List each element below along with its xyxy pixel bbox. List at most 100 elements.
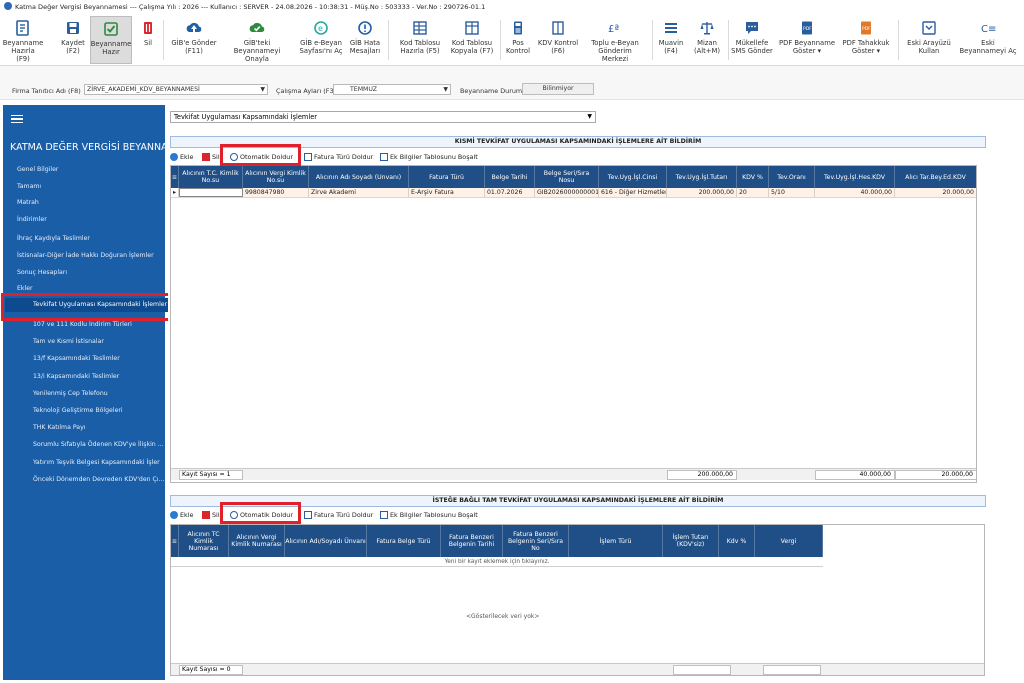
kismi-tevkifat-section: KISMİ TEVKİFAT UYGULAMASI KAPSAMINDAKİ İ… [168, 133, 988, 483]
ribbon-separator [388, 20, 389, 60]
sidebar-item-teknoloji[interactable]: Teknoloji Geliştirme Bölgeleri [33, 407, 123, 414]
pdf-accrual-button[interactable]: PDF PDF Tahakkuk Göster ▾ [838, 16, 894, 64]
sidebar-item-13i[interactable]: 13/i Kapsamındaki Teslimler [33, 373, 119, 380]
sidebar-item-istisnalar[interactable]: İstisnalar-Diğer İade Hakkı Doğuran İşle… [17, 252, 154, 259]
copy-code-table-button[interactable]: Kod Tablosu Kopyala (F7) [447, 16, 497, 64]
firma-label: Firma Tanıtıcı Adı (F8) [12, 87, 81, 95]
balance-scale-icon [698, 19, 716, 37]
filter-bar: Firma Tanıtıcı Adı (F8) ZİRVE_AKADEMİ_KD… [0, 66, 1024, 100]
grid-footer: Kayıt Sayısı = 1 200.000,00 40.000,00 20… [171, 468, 976, 480]
svg-text:£ª: £ª [608, 24, 619, 35]
invoice-icon [304, 511, 312, 519]
table-clear-icon [380, 153, 388, 161]
book-check-icon [549, 19, 567, 37]
delete-row-button[interactable]: Sil [202, 511, 220, 519]
table-copy-icon [463, 19, 481, 37]
section-select[interactable]: Tevkifat Uygulaması Kapsamındaki İşlemle… [170, 111, 596, 123]
save-button[interactable]: Kaydet (F2) [58, 16, 88, 64]
clear-extra-table-button[interactable]: Ek Bilgiler Tablosunu Boşalt [380, 511, 478, 519]
sidebar-item-sorumlu[interactable]: Sorumlu Sıfatıyla Ödenen KDV'ye İlişkin … [33, 441, 164, 448]
sum-box-2 [763, 665, 821, 675]
new-row-prompt[interactable]: Yeni bir kayıt eklemek için tıklayınız. [171, 557, 823, 567]
delete-row-button[interactable]: Sil [202, 153, 220, 161]
bulk-send-icon: £ª [606, 19, 624, 37]
plus-circle-icon [170, 153, 178, 161]
sidebar-item-107-111[interactable]: 107 ve 111 Kodlu İndirim Türleri [33, 321, 132, 328]
sidebar-item-tam-kismi[interactable]: Tam ve Kısmi İstisnalar [33, 338, 104, 345]
gib-error-messages-button[interactable]: GİB Hata Mesajları [348, 16, 382, 64]
document-prepare-icon [14, 19, 32, 37]
sum-tutar: 200.000,00 [667, 470, 737, 480]
fill-invoice-type-button[interactable]: Fatura Türü Doldur [304, 153, 373, 161]
sidebar: KATMA DEĞER VERGİSİ BEYANNAM... Genel Bi… [3, 105, 185, 680]
prepare-declaration-button[interactable]: Beyanname Hazırla (F9) [3, 16, 43, 64]
add-button[interactable]: Ekle [170, 153, 193, 161]
pdf-declaration-button[interactable]: PDF PDF Beyanname Göster ▾ [778, 16, 836, 64]
plus-circle-icon [170, 511, 178, 519]
old-declaration-icon: C≡ [979, 19, 997, 37]
use-old-interface-button[interactable]: Eski Arayüzü Kullan [904, 16, 954, 64]
fill-invoice-type-button[interactable]: Fatura Türü Doldur [304, 511, 373, 519]
sidebar-item-indirimler[interactable]: İndirimler [17, 216, 47, 223]
title-bar: Katma Değer Vergisi Beyannamesi --- Çalı… [0, 0, 1024, 14]
hamburger-menu-icon[interactable] [11, 115, 23, 124]
sum-alici: 20.000,00 [895, 470, 976, 480]
sidebar-item-cep-telefonu[interactable]: Yenilenmiş Cep Telefonu [33, 390, 108, 397]
highlight-box-autofill-2 [220, 502, 301, 524]
table-clear-icon [380, 511, 388, 519]
approve-gib-declaration-button[interactable]: GİB'teki Beyannameyi Onayla [222, 16, 292, 64]
delete-x-icon [202, 153, 210, 161]
ribbon-separator [898, 20, 899, 60]
clear-extra-table-button[interactable]: Ek Bilgiler Tablosunu Boşalt [380, 153, 478, 161]
delete-button[interactable]: Sil [136, 16, 160, 64]
table-row[interactable]: ▸ 9980847980 Zirve Akademi E-Arşiv Fatur… [171, 188, 976, 198]
month-select[interactable]: TEMMUZ ▼ [333, 84, 451, 95]
sum-box-1 [673, 665, 731, 675]
bulk-ebeyan-center-button[interactable]: £ª Toplu e-Beyan Gönderim Merkezi [585, 16, 645, 64]
sms-chat-icon [743, 19, 761, 37]
open-gib-ebeyan-page-button[interactable]: e GİB e-Beyan Sayfası'nı Aç [296, 16, 346, 64]
chevron-down-icon: ▼ [587, 113, 592, 120]
ribbon-toolbar: Beyanname Hazırla (F9) Kaydet (F2) Beyanna… [0, 14, 1024, 66]
svg-text:PDF: PDF [803, 26, 812, 32]
record-count: Kayıt Sayısı = 1 [179, 470, 243, 480]
alert-circle-icon [356, 19, 374, 37]
send-sms-button[interactable]: Mükellefe SMS Gönder [730, 16, 774, 64]
interface-switch-icon [920, 19, 938, 37]
kdv-control-button[interactable]: KDV Kontrol (F6) [535, 16, 581, 64]
sidebar-item-tamami[interactable]: Tamamı [17, 183, 41, 190]
prepare-code-table-button[interactable]: Kod Tablosu Hazırla (F5) [395, 16, 445, 64]
ribbon-separator [728, 20, 729, 60]
open-old-declaration-button[interactable]: C≡ Eski Beyannameyi Aç [956, 16, 1020, 64]
sidebar-item-genel-bilgiler[interactable]: Genel Bilgiler [17, 166, 58, 173]
beyanname-durumu-label: Beyanname Durumu [460, 87, 527, 95]
sidebar-item-thk[interactable]: THK Katılma Payı [33, 424, 85, 431]
grid-footer: Kayıt Sayısı = 0 [171, 663, 984, 675]
app-logo-icon [4, 2, 12, 10]
sidebar-item-13f[interactable]: 13/f Kapsamındaki Teslimler [33, 355, 120, 362]
sidebar-title: KATMA DEĞER VERGİSİ BEYANNAM... [10, 142, 185, 153]
muavin-button[interactable]: Muavin (F4) [656, 16, 686, 64]
firma-select[interactable]: ZİRVE_AKADEMİ_KDV_BEYANNAMESİ ▼ [84, 84, 268, 95]
pos-terminal-icon [509, 19, 527, 37]
sidebar-item-onceki-donem[interactable]: Önceki Dönemden Devreden KDV'den Çı... [33, 476, 164, 483]
delete-x-icon [202, 511, 210, 519]
pos-control-button[interactable]: Pos Kontrol [503, 16, 533, 64]
mizan-button[interactable]: Mizan (Alt+M) [690, 16, 724, 64]
list-icon [662, 19, 680, 37]
pdf-orange-icon: PDF [857, 19, 875, 37]
sum-kdv: 40.000,00 [815, 470, 895, 480]
send-to-gib-button[interactable]: GİB'e Gönder (F11) [168, 16, 220, 64]
declaration-ready-button[interactable]: Beyanname Hazır [90, 16, 132, 64]
add-button[interactable]: Ekle [170, 511, 193, 519]
sidebar-item-ihrac[interactable]: İhraç Kaydıyla Teslimler [17, 235, 90, 242]
kismi-tevkifat-grid: ≡ Alıcının T.C. Kimlik No.su Alıcının Ve… [170, 165, 977, 483]
sidebar-item-matrah[interactable]: Matrah [17, 199, 39, 206]
tam-tevkifat-grid: ≡ Alıcının TC Kimlik Numarası Alıcının V… [170, 524, 985, 676]
sidebar-item-yatirim[interactable]: Yatırım Teşvik Belgesi Kapsamındaki İşle… [33, 459, 160, 466]
sidebar-item-ekler[interactable]: Ekler [17, 285, 33, 292]
grid-header: ≡ Alıcının T.C. Kimlik No.su Alıcının Ve… [171, 166, 976, 188]
highlight-box-sidebar [1, 293, 173, 321]
empty-state: <Gösterilecek veri yok> [466, 613, 540, 620]
sidebar-item-sonuc[interactable]: Sonuç Hesapları [17, 269, 67, 276]
